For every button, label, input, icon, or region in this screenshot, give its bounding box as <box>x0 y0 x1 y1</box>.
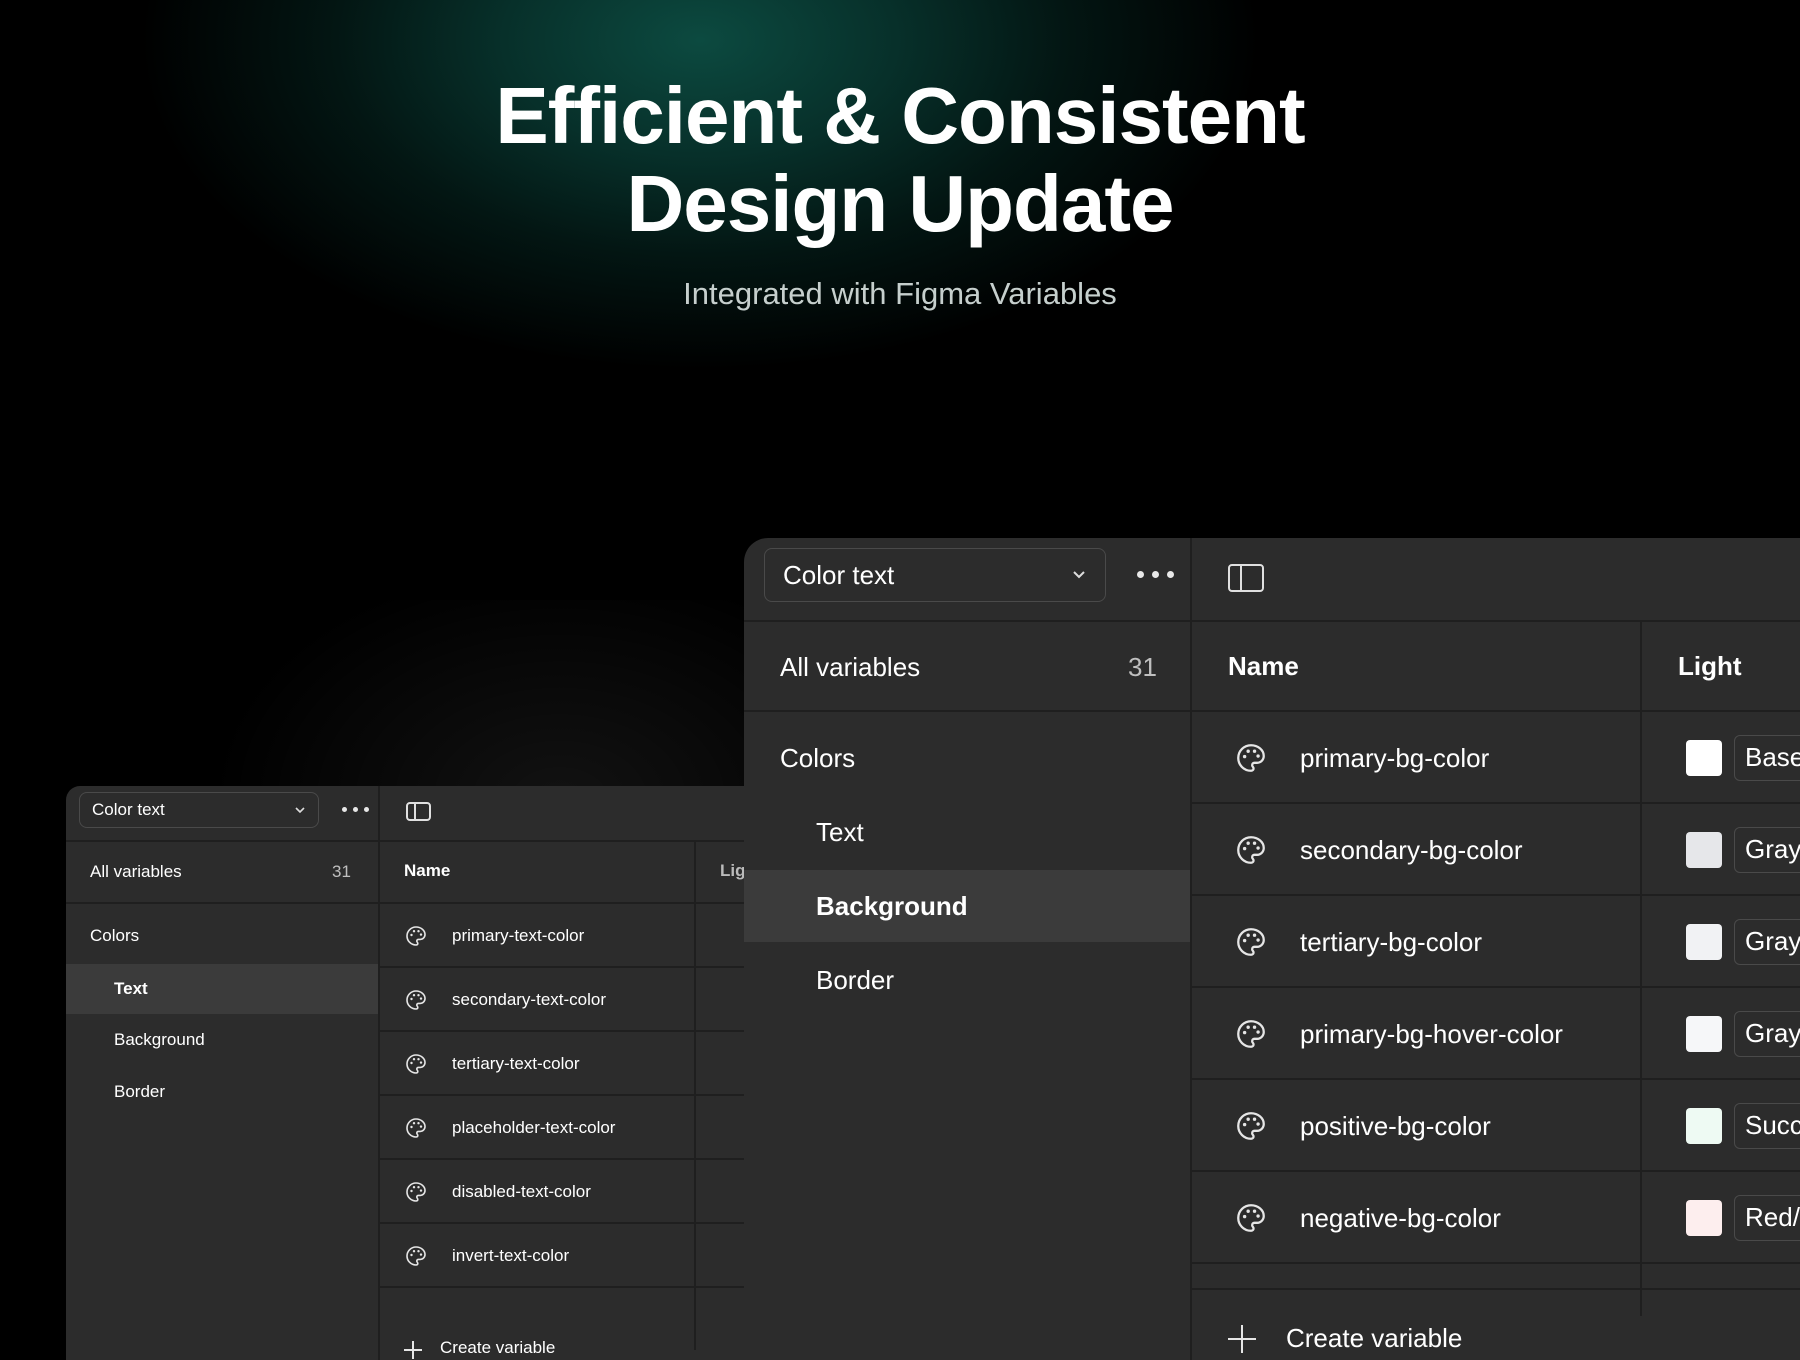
color-swatch[interactable] <box>1686 924 1722 960</box>
table-row[interactable]: disabled-text-color <box>378 1160 766 1224</box>
all-variables-item[interactable]: All variables <box>90 862 182 882</box>
variable-name: negative-bg-color <box>1300 1203 1501 1234</box>
palette-icon <box>404 1116 428 1145</box>
variable-value[interactable]: Gray <box>1734 827 1800 873</box>
variable-value[interactable]: Base <box>1734 735 1800 781</box>
palette-icon <box>1234 1017 1268 1056</box>
table-row[interactable]: invert-text-color <box>378 1224 766 1288</box>
variable-name: tertiary-bg-color <box>1300 927 1483 958</box>
group-text[interactable]: Text <box>816 817 864 848</box>
divider <box>1190 1262 1800 1264</box>
hero-title: Efficient & Consistent Design Update <box>0 72 1800 248</box>
group-background[interactable]: Background <box>114 1030 205 1050</box>
create-variable-button[interactable]: Create variable <box>440 1338 555 1358</box>
divider <box>1190 1288 1800 1290</box>
name-column-header: Name <box>1228 651 1299 681</box>
variables-panel-back: Color text All variables 31 Colors Text … <box>66 786 766 1360</box>
table-row[interactable]: primary-text-color <box>378 904 766 968</box>
palette-icon <box>1234 741 1268 780</box>
sidebar-toggle-icon[interactable] <box>406 802 431 821</box>
divider <box>378 1286 766 1288</box>
variable-name: invert-text-color <box>452 1246 570 1266</box>
variable-name: positive-bg-color <box>1300 1111 1491 1142</box>
palette-icon <box>1234 1201 1268 1240</box>
divider <box>66 902 378 904</box>
group-background[interactable]: Background <box>816 891 968 922</box>
color-swatch[interactable] <box>1686 1108 1722 1144</box>
variables-panel-front: Color text All variables 31 Colors Text … <box>744 538 1800 1360</box>
mode-column-header: Light <box>1678 651 1742 681</box>
variable-name: secondary-bg-color <box>1300 835 1523 866</box>
chevron-down-icon <box>1073 571 1085 579</box>
palette-icon <box>404 1052 428 1081</box>
table-row[interactable]: positive-bg-color Succ <box>1190 1080 1800 1172</box>
divider <box>66 840 766 842</box>
name-column-header: Name <box>404 861 451 880</box>
variable-name: primary-bg-color <box>1300 743 1490 774</box>
divider <box>744 710 1190 712</box>
variable-name: tertiary-text-color <box>452 1054 580 1074</box>
variable-value[interactable]: Gray <box>1734 919 1800 965</box>
palette-icon <box>1234 1109 1268 1148</box>
variable-name: primary-bg-hover-color <box>1300 1019 1563 1050</box>
collection-dropdown-label: Color text <box>783 559 895 590</box>
palette-icon <box>404 924 428 953</box>
table-row[interactable]: primary-bg-color Base <box>1190 712 1800 804</box>
group-border[interactable]: Border <box>816 965 894 996</box>
variable-name: primary-text-color <box>452 926 585 946</box>
group-text[interactable]: Text <box>114 979 148 999</box>
hero-title-line-2: Design Update <box>626 159 1174 248</box>
group-colors[interactable]: Colors <box>780 743 855 774</box>
more-options-icon[interactable] <box>1137 571 1174 578</box>
mode-column-header: Lig <box>720 861 746 880</box>
table-row[interactable]: secondary-text-color <box>378 968 766 1032</box>
collection-dropdown[interactable]: Color text <box>764 548 1106 602</box>
plus-icon <box>404 1341 422 1359</box>
hero-subtitle: Integrated with Figma Variables <box>683 276 1117 311</box>
color-swatch[interactable] <box>1686 740 1722 776</box>
palette-icon <box>404 1180 428 1209</box>
color-swatch[interactable] <box>1686 832 1722 868</box>
all-variables-count: 31 <box>332 862 351 881</box>
collection-dropdown[interactable]: Color text <box>79 792 319 828</box>
table-row[interactable]: tertiary-text-color <box>378 1032 766 1096</box>
color-swatch[interactable] <box>1686 1016 1722 1052</box>
color-swatch[interactable] <box>1686 1200 1722 1236</box>
variable-name: placeholder-text-color <box>452 1118 616 1138</box>
table-row[interactable]: negative-bg-color Red/ <box>1190 1172 1800 1264</box>
chevron-down-icon <box>295 807 305 814</box>
variable-value[interactable]: Gray <box>1734 1011 1800 1057</box>
hero-title-line-1: Efficient & Consistent <box>495 71 1305 160</box>
palette-icon <box>404 988 428 1017</box>
variable-value[interactable]: Red/ <box>1734 1195 1800 1241</box>
palette-icon <box>404 1244 428 1273</box>
group-border[interactable]: Border <box>114 1082 165 1102</box>
more-options-icon[interactable] <box>342 807 369 812</box>
selected-group-highlight <box>66 964 378 1014</box>
table-row[interactable]: placeholder-text-color <box>378 1096 766 1160</box>
all-variables-item[interactable]: All variables <box>780 652 920 683</box>
table-row[interactable]: primary-bg-hover-color Gray <box>1190 988 1800 1080</box>
all-variables-count: 31 <box>1128 652 1157 682</box>
palette-icon <box>1234 833 1268 872</box>
palette-icon <box>1234 925 1268 964</box>
variable-value[interactable]: Succ <box>1734 1103 1800 1149</box>
group-colors[interactable]: Colors <box>90 926 139 946</box>
create-variable-button[interactable]: Create variable <box>1286 1323 1462 1354</box>
plus-icon <box>1228 1325 1256 1353</box>
sidebar-toggle-icon[interactable] <box>1228 564 1264 592</box>
variable-name: disabled-text-color <box>452 1182 591 1202</box>
table-row[interactable]: secondary-bg-color Gray <box>1190 804 1800 896</box>
table-row[interactable]: tertiary-bg-color Gray <box>1190 896 1800 988</box>
variable-name: secondary-text-color <box>452 990 607 1010</box>
collection-dropdown-label: Color text <box>92 800 165 819</box>
